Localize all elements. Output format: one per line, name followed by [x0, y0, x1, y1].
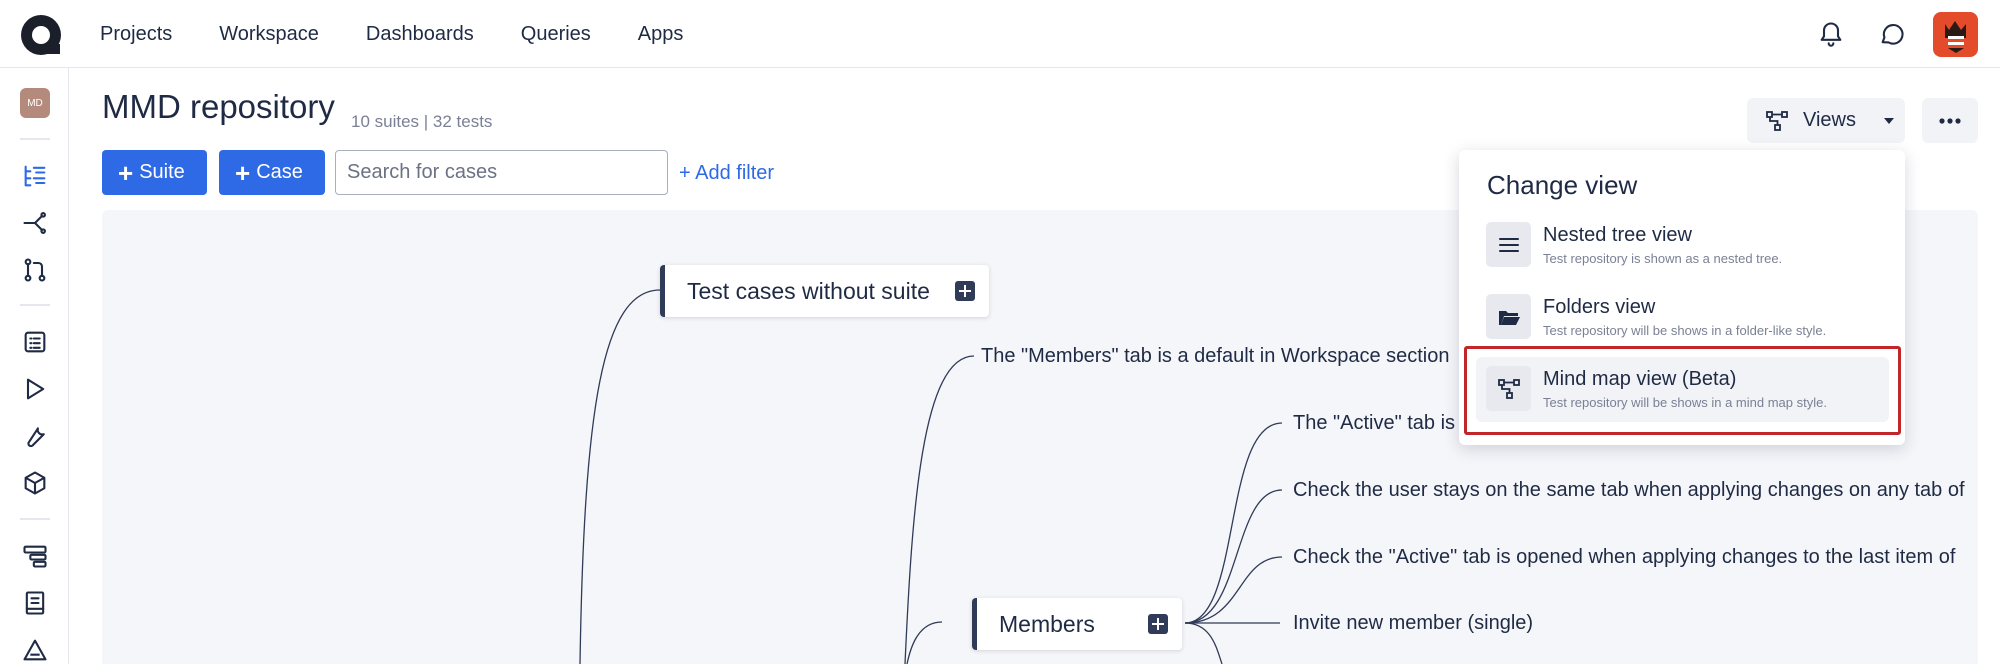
- suite-node-title: Test cases without suite: [687, 277, 930, 304]
- view-option-description: Test repository will be shows in a mind …: [1543, 395, 1827, 410]
- case-leaf[interactable]: Invite new member (single): [1293, 612, 1533, 635]
- more-options-button[interactable]: [1922, 98, 1978, 143]
- pull-request-icon[interactable]: [21, 256, 49, 284]
- main-nav: Projects Workspace Dashboards Queries Ap…: [100, 0, 730, 68]
- view-option-folders[interactable]: Folders view Test repository will be sho…: [1476, 285, 1889, 350]
- nav-dashboards[interactable]: Dashboards: [366, 23, 474, 46]
- page-title: MMD repository: [102, 88, 335, 125]
- app-logo-icon[interactable]: [21, 15, 61, 55]
- chevron-down-icon: [1884, 117, 1894, 124]
- stack-icon[interactable]: [21, 542, 49, 570]
- case-leaf[interactable]: Check the user stays on the same tab whe…: [1293, 479, 1965, 502]
- mindmap-icon: [1766, 110, 1788, 131]
- nav-apps[interactable]: Apps: [638, 23, 684, 46]
- sidebar-divider: [20, 304, 50, 306]
- repository-stats: 10 suites | 32 tests: [351, 112, 493, 131]
- add-filter-link[interactable]: + Add filter: [679, 162, 774, 185]
- bell-icon[interactable]: [1817, 20, 1845, 48]
- suite-node[interactable]: Test cases without suite: [660, 265, 989, 317]
- wrench-icon[interactable]: [21, 422, 49, 450]
- case-leaf[interactable]: The "Members" tab is a default in Worksp…: [981, 345, 1450, 368]
- mindmap-icon: [1486, 366, 1531, 411]
- repository-icon[interactable]: [21, 162, 49, 190]
- view-option-nested-tree[interactable]: Nested tree view Test repository is show…: [1476, 213, 1889, 278]
- view-option-name: Nested tree view: [1543, 224, 1692, 246]
- nav-projects[interactable]: Projects: [100, 23, 172, 46]
- expand-icon[interactable]: [955, 281, 975, 301]
- view-option-description: Test repository will be shows in a folde…: [1543, 323, 1827, 338]
- suite-node-title: Members: [999, 610, 1095, 637]
- add-case-button[interactable]: + Case: [219, 150, 325, 195]
- more-dots-icon: [1939, 117, 1961, 124]
- search-input[interactable]: [335, 150, 668, 195]
- dropdown-title: Change view: [1487, 170, 1638, 200]
- nav-workspace[interactable]: Workspace: [219, 23, 319, 46]
- case-leaf[interactable]: The "Active" tab is: [1293, 412, 1455, 435]
- add-suite-label: Suite: [139, 161, 185, 183]
- views-label: Views: [1803, 109, 1856, 131]
- user-avatar[interactable]: [1933, 12, 1978, 57]
- plus-icon: +: [118, 157, 134, 188]
- add-suite-button[interactable]: + Suite: [102, 150, 207, 195]
- list-icon: [1486, 222, 1531, 267]
- folder-icon: [1486, 294, 1531, 339]
- view-option-mind-map[interactable]: Mind map view (Beta) Test repository wil…: [1476, 357, 1889, 422]
- expand-icon[interactable]: [1148, 614, 1168, 634]
- add-case-label: Case: [256, 161, 303, 183]
- left-sidebar: MD: [0, 68, 69, 664]
- shared-steps-icon[interactable]: [21, 209, 49, 237]
- project-avatar[interactable]: MD: [20, 88, 50, 118]
- view-option-name: Folders view: [1543, 296, 1656, 318]
- plus-icon: +: [235, 157, 251, 188]
- nav-queries[interactable]: Queries: [521, 23, 591, 46]
- test-plans-icon[interactable]: [21, 328, 49, 356]
- sidebar-divider: [20, 138, 50, 140]
- cube-icon[interactable]: [21, 469, 49, 497]
- view-option-name: Mind map view (Beta): [1543, 368, 1737, 390]
- chat-icon[interactable]: [1878, 20, 1906, 48]
- sidebar-divider: [20, 518, 50, 520]
- warning-icon[interactable]: [21, 636, 49, 664]
- case-leaf[interactable]: Check the "Active" tab is opened when ap…: [1293, 546, 1955, 569]
- suite-node[interactable]: Members: [972, 598, 1182, 650]
- play-icon[interactable]: [21, 375, 49, 403]
- book-icon[interactable]: [21, 589, 49, 617]
- change-view-dropdown: Change view Nested tree view Test reposi…: [1459, 150, 1905, 445]
- view-option-description: Test repository is shown as a nested tre…: [1543, 251, 1783, 266]
- views-button[interactable]: Views: [1747, 98, 1905, 143]
- top-navigation: Projects Workspace Dashboards Queries Ap…: [0, 0, 2000, 68]
